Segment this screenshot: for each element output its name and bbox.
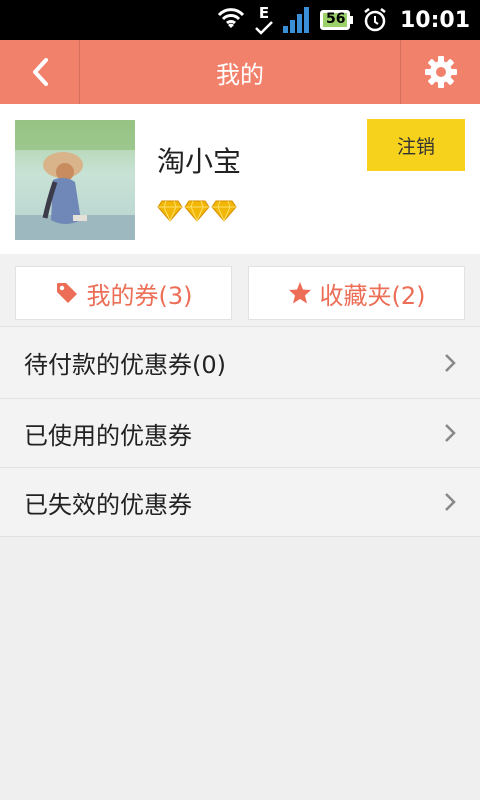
tag-icon — [56, 283, 77, 303]
list-item-label: 已失效的优惠券 — [24, 490, 192, 519]
battery-icon: 56 — [319, 9, 354, 31]
status-bar: E 56 10:01 — [0, 0, 480, 40]
back-button[interactable] — [0, 40, 80, 104]
avatar-image — [15, 120, 135, 240]
network-type-indicator: E — [254, 3, 274, 35]
diamond-icon — [157, 200, 183, 222]
status-time: 10:01 — [399, 7, 470, 33]
page-title: 我的 — [216, 60, 264, 89]
quick-actions: 我的券(3) 收藏夹(2) — [0, 254, 480, 326]
nav-bar: 我的 — [0, 40, 480, 104]
gear-icon — [424, 56, 457, 88]
signal-icon — [282, 6, 312, 34]
diamond-icon — [211, 200, 237, 222]
check-icon — [255, 20, 273, 35]
my-coupons-label: 我的券(3) — [86, 281, 193, 310]
alarm-icon — [362, 7, 388, 33]
battery-level: 56 — [325, 11, 346, 27]
avatar[interactable] — [15, 120, 135, 240]
logout-button[interactable]: 注销 — [367, 119, 465, 171]
profile-card: 淘小宝 注销 — [0, 104, 480, 254]
list-item-used[interactable]: 已使用的优惠券 — [0, 399, 480, 468]
favorites-button[interactable]: 收藏夹(2) — [248, 266, 465, 320]
member-level — [157, 200, 237, 222]
favorites-label: 收藏夹(2) — [319, 281, 426, 310]
list-item-expired[interactable]: 已失效的优惠券 — [0, 468, 480, 537]
settings-button[interactable] — [400, 40, 480, 104]
chevron-left-icon — [32, 58, 48, 86]
list-item-label: 待付款的优惠券(0) — [24, 351, 226, 379]
my-coupons-button[interactable]: 我的券(3) — [15, 266, 232, 320]
list-item-label: 已使用的优惠券 — [24, 421, 192, 450]
diamond-icon — [184, 200, 210, 222]
username: 淘小宝 — [157, 145, 242, 178]
chevron-right-icon — [445, 493, 456, 511]
chevron-right-icon — [445, 424, 456, 442]
coupon-status-list: 待付款的优惠券(0) 已使用的优惠券 已失效的优惠券 — [0, 326, 480, 537]
list-item-pending-payment[interactable]: 待付款的优惠券(0) — [0, 327, 480, 399]
star-icon — [288, 282, 311, 304]
chevron-right-icon — [445, 353, 456, 372]
wifi-icon — [216, 8, 246, 32]
network-type-label: E — [258, 3, 270, 22]
